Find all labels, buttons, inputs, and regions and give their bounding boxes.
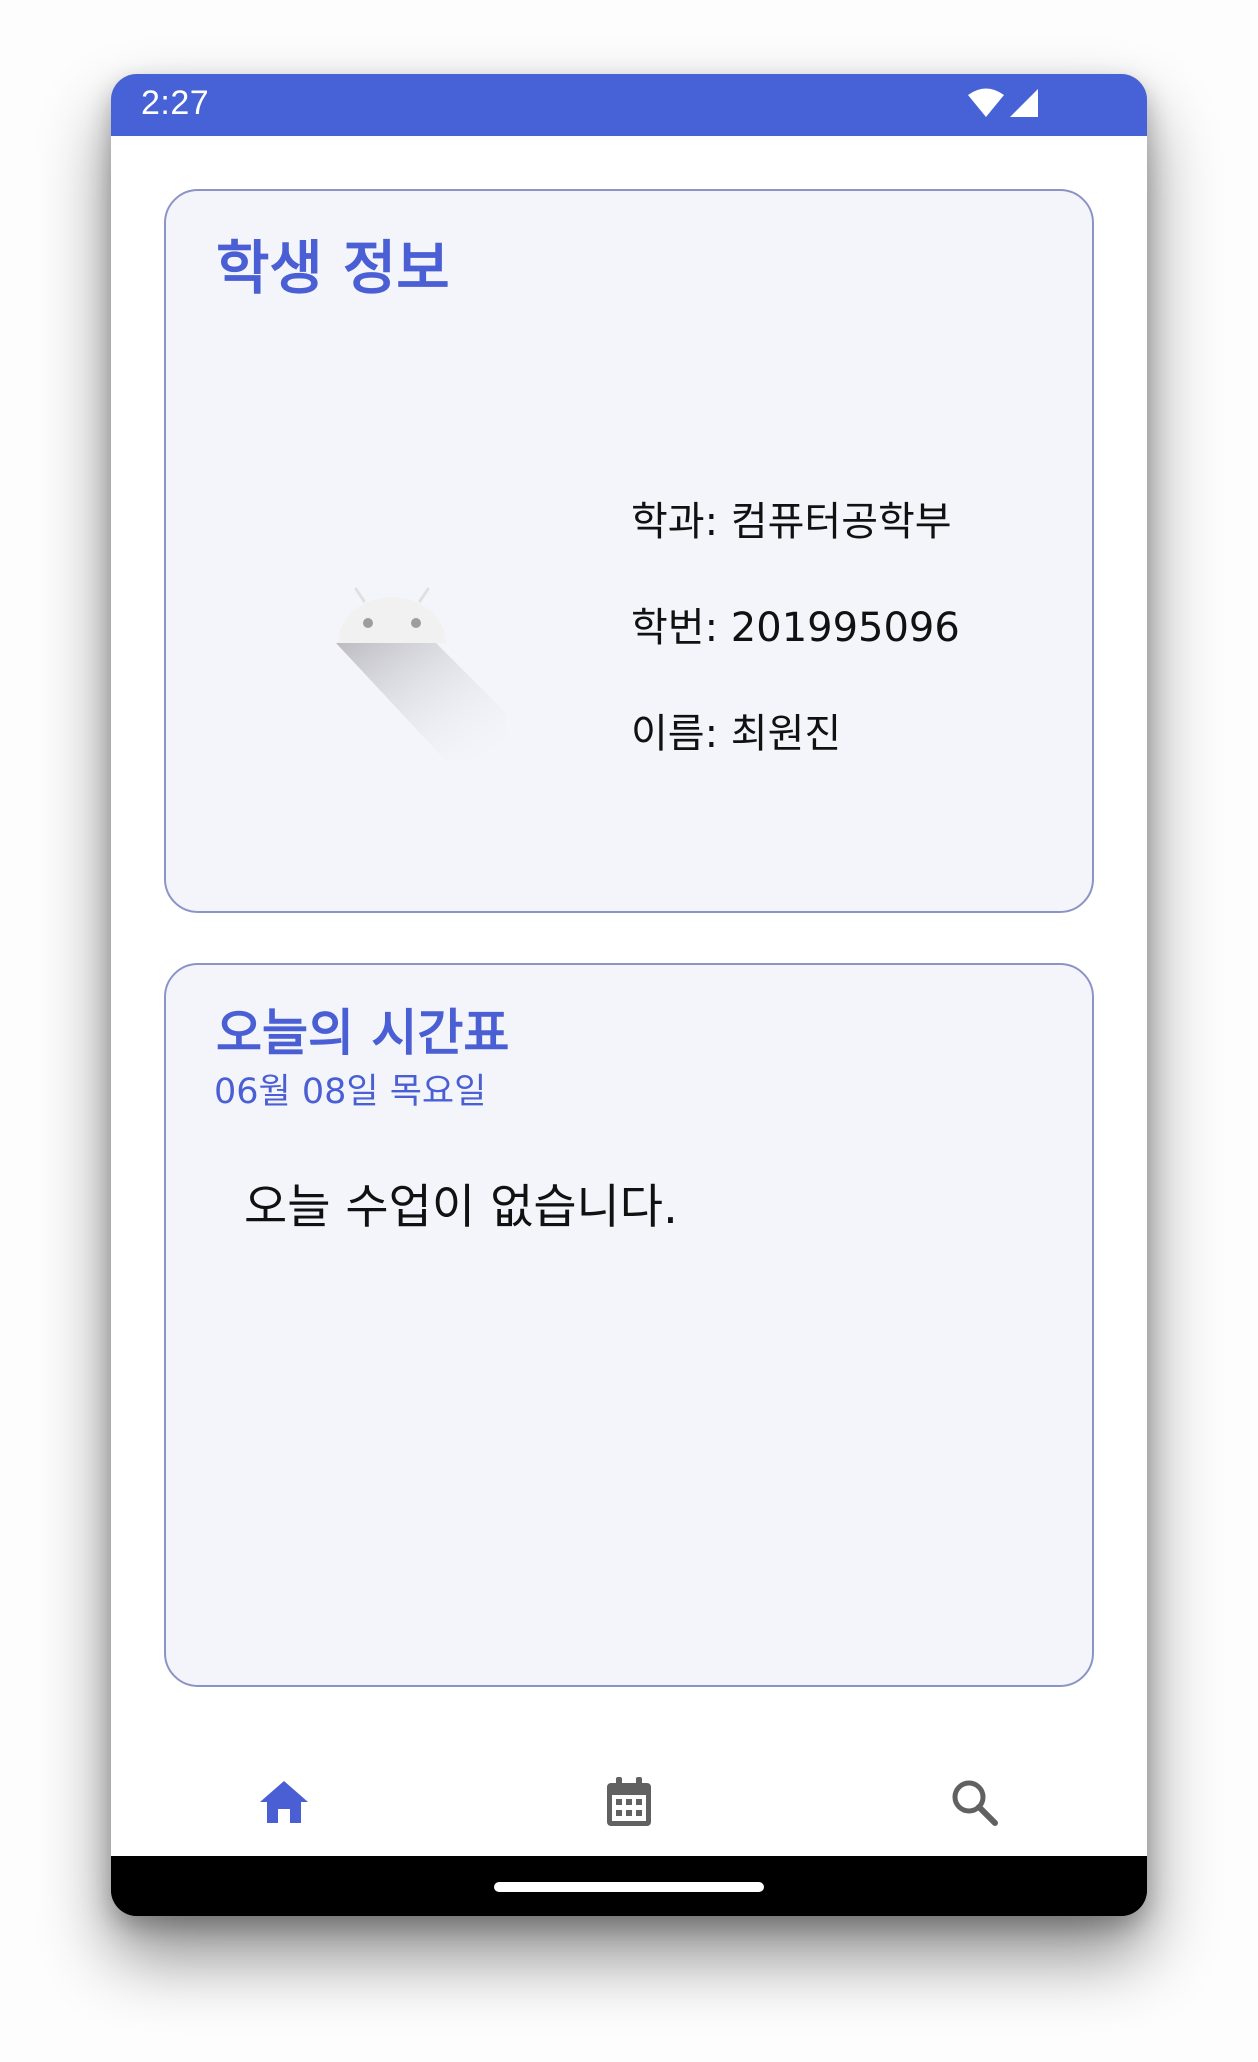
student-name-text: 이름: 최원진	[631, 711, 842, 757]
phone-frame: 2:27 학생 정보 학과: 컴퓨터공학부 학번: 201995096 이름: …	[111, 74, 1147, 1916]
student-id-text: 학번: 201995096	[631, 605, 960, 651]
nav-search-button[interactable]	[934, 1764, 1014, 1844]
gesture-navigation-bar	[111, 1856, 1147, 1916]
app-screen: 2:27 학생 정보 학과: 컴퓨터공학부 학번: 201995096 이름: …	[111, 74, 1147, 1856]
nav-calendar-button[interactable]	[589, 1764, 669, 1844]
timetable-date: 06월 08일 목요일	[214, 1072, 487, 1112]
timetable-card: 오늘의 시간표 06월 08일 목요일 오늘 수업이 없습니다.	[164, 963, 1094, 1687]
signal-icon	[1009, 88, 1039, 122]
no-class-message: 오늘 수업이 없습니다.	[244, 1180, 678, 1235]
search-icon	[950, 1778, 998, 1830]
status-time: 2:27	[141, 84, 210, 122]
timetable-title: 오늘의 시간표	[216, 1004, 510, 1062]
status-bar: 2:27	[111, 74, 1147, 136]
android-icon	[336, 581, 516, 761]
status-icons	[967, 88, 1039, 122]
nav-home-button[interactable]	[244, 1764, 324, 1844]
student-info-card: 학생 정보 학과: 컴퓨터공학부 학번: 201995096 이름: 최원진	[164, 189, 1094, 913]
home-icon	[258, 1779, 310, 1829]
calendar-icon	[605, 1776, 653, 1832]
wifi-icon	[967, 88, 1005, 122]
student-info-title: 학생 정보	[216, 234, 450, 302]
bottom-navigation	[111, 1754, 1147, 1856]
home-gesture-handle[interactable]	[494, 1882, 764, 1892]
department-text: 학과: 컴퓨터공학부	[631, 499, 952, 545]
